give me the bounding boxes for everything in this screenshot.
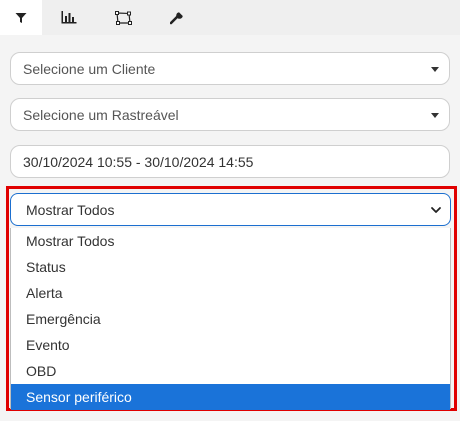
tracker-select-placeholder: Selecione um Rastreável — [23, 106, 179, 123]
tab-bar — [0, 0, 460, 35]
polygon-icon — [114, 10, 132, 25]
event-filter-select[interactable]: Mostrar Todos — [10, 193, 451, 226]
tracker-select[interactable]: Selecione um Rastreável — [10, 98, 450, 131]
tab-geofence[interactable] — [102, 0, 144, 35]
bar-chart-icon — [61, 11, 77, 24]
date-range-input[interactable]: 30/10/2024 10:55 - 30/10/2024 14:55 — [10, 145, 450, 178]
caret-down-icon — [431, 67, 439, 72]
event-filter-dropdown: Mostrar Todos Status Alerta Emergência E… — [10, 228, 451, 410]
tab-settings[interactable] — [156, 0, 198, 35]
option-sensor-periferico[interactable]: Sensor periférico — [11, 384, 450, 410]
option-obd[interactable]: OBD — [11, 358, 450, 384]
caret-down-icon — [431, 113, 439, 118]
client-select-placeholder: Selecione um Cliente — [23, 60, 156, 77]
option-alerta[interactable]: Alerta — [11, 280, 450, 306]
option-mostrar-todos[interactable]: Mostrar Todos — [11, 228, 450, 254]
option-status[interactable]: Status — [11, 254, 450, 280]
chevron-down-icon — [431, 207, 441, 213]
client-select[interactable]: Selecione um Cliente — [10, 52, 450, 85]
filter-icon — [15, 12, 27, 23]
wrench-icon — [170, 10, 184, 24]
date-range-value: 30/10/2024 10:55 - 30/10/2024 14:55 — [23, 153, 254, 170]
option-evento[interactable]: Evento — [11, 332, 450, 358]
event-filter-selected: Mostrar Todos — [26, 201, 115, 218]
tab-chart[interactable] — [48, 0, 90, 35]
option-emergencia[interactable]: Emergência — [11, 306, 450, 332]
tab-filter[interactable] — [0, 0, 42, 35]
